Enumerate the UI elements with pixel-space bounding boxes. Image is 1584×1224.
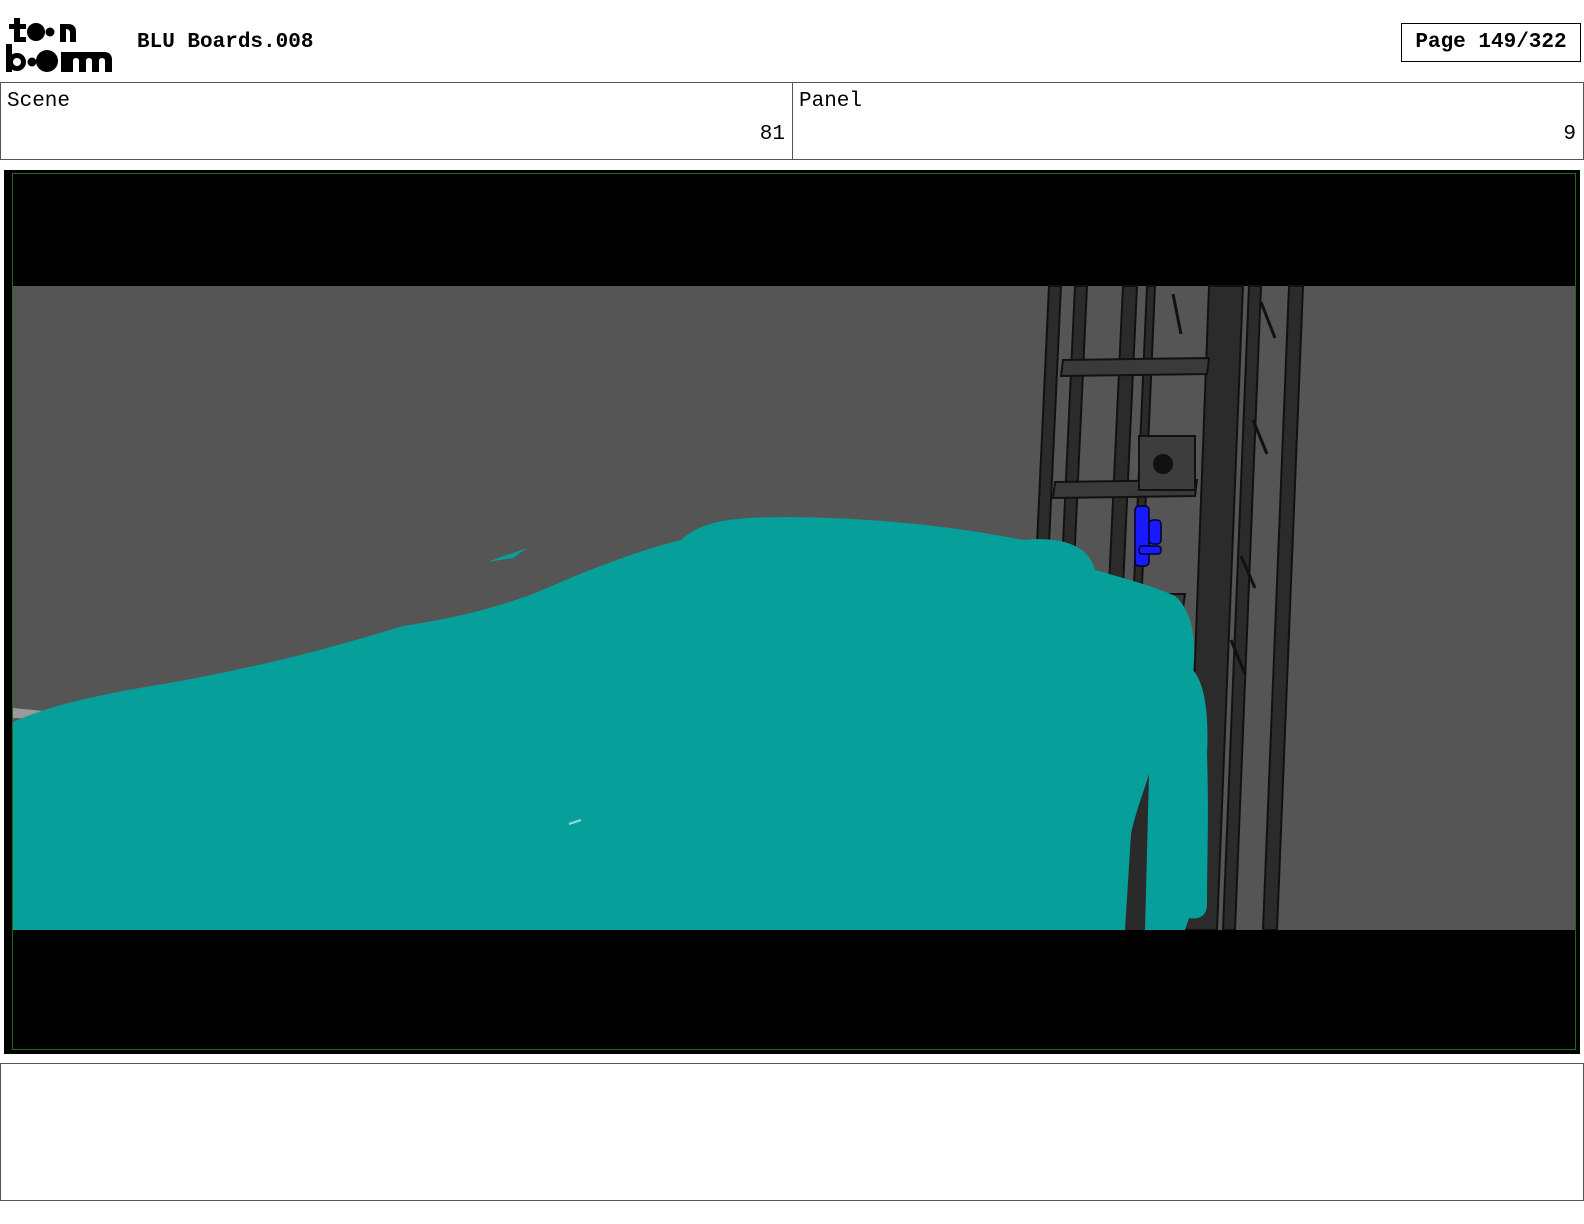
panel-drawing: [13, 174, 1575, 1049]
toon-boom-logo: [4, 12, 116, 76]
storyboard-panel-image: [12, 173, 1576, 1050]
panel-label: Panel: [799, 90, 863, 113]
panel-number: 9: [1563, 123, 1576, 146]
scene-panel-row: Scene 81 Panel 9: [0, 82, 1584, 160]
document-title: BLU Boards.008: [137, 31, 314, 54]
scene-label: Scene: [7, 90, 71, 113]
panel-notes-box: [0, 1063, 1584, 1201]
panel-cell: Panel 9: [792, 82, 1584, 160]
page-header: BLU Boards.008 Page 149/322: [0, 0, 1584, 82]
storyboard-panel-frame: [4, 170, 1580, 1054]
page-counter: Page 149/322: [1401, 23, 1581, 62]
letterbox-bottom: [13, 930, 1575, 1049]
scene-number: 81: [759, 123, 785, 146]
scene-cell: Scene 81: [0, 82, 793, 160]
letterbox-top: [13, 174, 1575, 286]
